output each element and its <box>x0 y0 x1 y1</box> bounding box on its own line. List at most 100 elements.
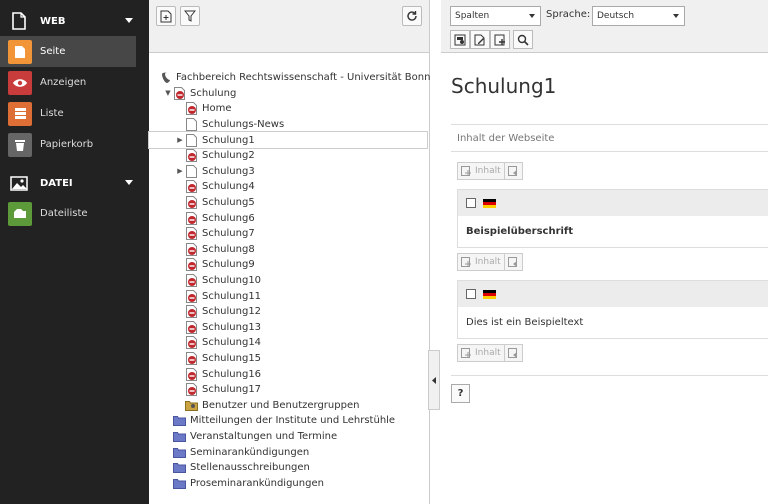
content-element-text: Beispielüberschrift <box>466 226 574 237</box>
language-select[interactable]: Deutsch <box>592 6 685 26</box>
tree-node-label: Schulung8 <box>202 243 255 255</box>
collapse-icon[interactable]: ▼ <box>163 89 173 97</box>
tree-node[interactable]: Schulungs-News <box>149 117 430 133</box>
tree-node[interactable]: Benutzer und Benutzergruppen <box>149 397 430 413</box>
tree-node[interactable]: ▼ Schulung <box>149 86 430 102</box>
tree-node[interactable]: Schulung17 <box>149 382 430 398</box>
expand-icon[interactable]: ▶ <box>175 167 185 175</box>
dropdown-arrow-icon <box>673 14 679 18</box>
tree-node-label: Schulung4 <box>202 181 255 193</box>
search-icon <box>517 34 529 46</box>
tree-node-label: Mitteilungen der Institute und Lehrstühl… <box>190 415 396 427</box>
folder-icon <box>173 446 186 459</box>
page-group-icon <box>10 12 28 30</box>
new-content-label: Inhalt <box>475 348 501 358</box>
help-button[interactable]: ? <box>451 384 470 403</box>
tree-node-label: Schulung17 <box>202 384 262 396</box>
content-element-2[interactable]: Dies ist ein Beispieltext <box>457 280 768 339</box>
content-element-header <box>458 190 768 216</box>
view-page-icon <box>454 34 466 45</box>
chevron-down-icon <box>125 18 133 23</box>
new-content-button[interactable] <box>490 30 510 49</box>
page-icon <box>185 133 198 147</box>
tree-node[interactable]: Schulung15 <box>149 351 430 367</box>
tree-root-label: Fachbereich Rechtswissenschaft - Univers… <box>176 72 431 84</box>
new-content-element-button[interactable]: Inhalt <box>457 344 523 362</box>
tree-body: Fachbereich Rechtswissenschaft - Univers… <box>148 70 430 491</box>
main-content: Spalten Sprache: Deutsch Schulung1 Inhal… <box>441 0 768 504</box>
filter-icon <box>184 10 196 22</box>
select-checkbox[interactable] <box>466 198 476 208</box>
tree-node[interactable]: Schulung11 <box>149 288 430 304</box>
refresh-button[interactable] <box>402 6 422 26</box>
tree-node[interactable]: Schulung5 <box>149 195 430 211</box>
chevron-left-icon <box>431 376 436 384</box>
page-restricted-icon <box>185 367 198 381</box>
tree-node-label: Proseminarankündigungen <box>190 477 324 489</box>
tree-node-label: Schulungs-News <box>202 119 285 131</box>
tree-root[interactable]: Fachbereich Rechtswissenschaft - Univers… <box>149 70 430 86</box>
tree-node[interactable]: Schulung6 <box>149 210 430 226</box>
module-dateiliste[interactable]: Dateiliste <box>0 198 149 229</box>
tree-node[interactable]: Schulung10 <box>149 273 430 289</box>
content-column: Inhalt der Webseite Inhalt Beispielübers… <box>451 124 768 376</box>
edit-page-button[interactable] <box>470 30 490 49</box>
page-restricted-icon <box>185 274 198 288</box>
tree-node[interactable]: Stellenausschreibungen <box>149 460 430 476</box>
tree-node[interactable]: Proseminarankündigungen <box>149 475 430 491</box>
view-page-button[interactable] <box>450 30 470 49</box>
tree-node[interactable]: Schulung16 <box>149 366 430 382</box>
select-checkbox[interactable] <box>466 289 476 299</box>
page-icon <box>185 164 198 178</box>
collapse-tree-handle[interactable] <box>428 350 440 410</box>
new-page-button[interactable] <box>156 6 176 26</box>
add-content-icon: Inhalt <box>458 163 504 179</box>
paste-content-icon[interactable] <box>503 254 522 270</box>
tree-node[interactable]: Schulung8 <box>149 242 430 258</box>
tree-node[interactable]: Schulung13 <box>149 320 430 336</box>
page-restricted-icon <box>185 149 198 163</box>
module-group-web[interactable]: WEB <box>0 6 149 36</box>
folder-icon <box>173 477 186 490</box>
tree-node[interactable]: ▶ Schulung3 <box>149 164 430 180</box>
module-anzeigen[interactable]: Anzeigen <box>0 67 149 98</box>
view-mode-select[interactable]: Spalten <box>450 6 541 26</box>
module-seite[interactable]: Seite <box>0 36 136 67</box>
tree-node[interactable]: Seminarankündigungen <box>149 444 430 460</box>
tree-node[interactable]: ▶ Schulung1 <box>148 131 428 149</box>
module-liste[interactable]: Liste <box>0 98 149 129</box>
german-flag-icon <box>483 198 496 208</box>
new-content-icon <box>494 34 505 45</box>
tree-node[interactable]: Schulung7 <box>149 226 430 242</box>
tree-node[interactable]: Home <box>149 101 430 117</box>
module-group-datei[interactable]: DATEI <box>0 168 149 198</box>
search-button[interactable] <box>513 30 533 49</box>
tree-node[interactable]: Schulung2 <box>149 148 430 164</box>
paste-content-icon[interactable] <box>503 163 522 179</box>
tree-node-label: Schulung16 <box>202 368 262 380</box>
expand-icon[interactable]: ▶ <box>175 136 185 144</box>
content-element-header <box>458 281 768 307</box>
filter-button[interactable] <box>180 6 200 26</box>
add-content-icon: Inhalt <box>458 345 504 361</box>
tree-toolbar <box>149 0 429 53</box>
sysfolder-icon <box>185 399 198 412</box>
paste-content-icon[interactable] <box>503 345 522 361</box>
new-content-element-button[interactable]: Inhalt <box>457 162 523 180</box>
tree-node[interactable]: Schulung4 <box>149 179 430 195</box>
new-content-label: Inhalt <box>475 166 501 176</box>
module-papierkorb[interactable]: Papierkorb <box>0 129 149 160</box>
tree-node[interactable]: Mitteilungen der Institute und Lehrstühl… <box>149 413 430 429</box>
content-element-1[interactable]: Beispielüberschrift <box>457 189 768 248</box>
tree-node-label: Veranstaltungen und Termine <box>190 430 338 442</box>
tree-node[interactable]: Schulung14 <box>149 335 430 351</box>
tree-node[interactable]: Schulung9 <box>149 257 430 273</box>
new-content-element-button[interactable]: Inhalt <box>457 253 523 271</box>
tree-node-label: Schulung3 <box>202 165 255 177</box>
tree-node[interactable]: Schulung12 <box>149 304 430 320</box>
tree-node-label: Schulung5 <box>202 197 255 209</box>
new-content-label: Inhalt <box>475 257 501 267</box>
tree-node[interactable]: Veranstaltungen und Termine <box>149 429 430 445</box>
page-restricted-icon <box>185 102 198 116</box>
page-title: Schulung1 <box>451 74 557 98</box>
